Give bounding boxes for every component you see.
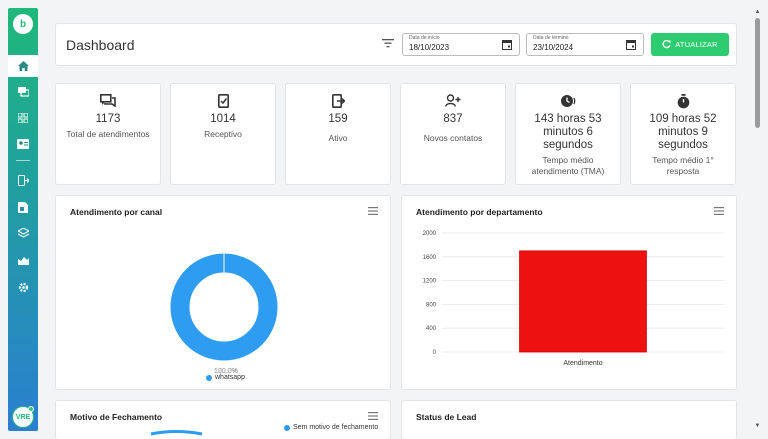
- calendar-icon[interactable]: [502, 39, 512, 50]
- chart-icon: [17, 257, 29, 265]
- stat-card-receptivo: 1014 Receptivo: [170, 83, 276, 185]
- scrollbar-thumb[interactable]: [755, 18, 760, 128]
- page-title: Dashboard: [66, 37, 135, 53]
- phone-exit-icon: [331, 94, 345, 108]
- sidebar-item-home[interactable]: [8, 55, 38, 77]
- scroll-up-arrow[interactable]: ▲: [754, 9, 761, 15]
- y-tick-label: 800: [426, 302, 437, 308]
- card-atendimento-departamento: Atendimento por departamento 2000 1600 120…: [401, 195, 737, 390]
- phone-check-icon: [217, 94, 229, 108]
- clock-icon: [561, 95, 576, 107]
- end-date-field[interactable]: Data de término 23/10/2024: [526, 33, 644, 56]
- sidebar-item-settings[interactable]: [8, 276, 38, 298]
- layers-icon: [17, 228, 29, 238]
- chat-icon: [17, 87, 29, 97]
- sidebar-item-phone[interactable]: [8, 169, 38, 191]
- refresh-icon: [662, 40, 671, 49]
- stat-card-tma: 143 horas 53 minutos 6 segundos Tempo mé…: [515, 83, 621, 185]
- chat-bubbles-icon: [100, 94, 116, 107]
- card-motivo-fechamento: Motivo de Fechamento Sem motivo de fecha…: [55, 400, 391, 439]
- sidebar-item-layers[interactable]: [8, 222, 38, 244]
- stat-card-total: 1173 Total de atendimentos: [55, 83, 161, 185]
- y-tick-label: 0: [433, 350, 437, 356]
- card-atendimento-canal: Atendimento por canal 100.0% whatsapp: [55, 195, 391, 390]
- scroll-down-arrow[interactable]: ▼: [754, 423, 761, 429]
- gear-icon: [18, 282, 28, 292]
- sidebar-item-grid[interactable]: [8, 107, 38, 129]
- card-status-lead: Status de Lead: [401, 400, 737, 439]
- x-tick-label: Atendimento: [563, 360, 602, 367]
- contact-card-icon: [17, 139, 29, 149]
- grid-icon: [18, 113, 28, 123]
- document-icon: [18, 201, 28, 213]
- bar-chart: 2000 1600 1200 800 400 0 Atendimento: [423, 231, 724, 367]
- donut-slice-whatsapp[interactable]: [170, 253, 278, 361]
- phone-exit-icon: [17, 174, 29, 186]
- legend-swatch: [206, 374, 212, 381]
- y-tick-label: 1200: [423, 279, 437, 285]
- donut-chart: 100.0%: [170, 253, 278, 375]
- add-user-icon: [445, 94, 461, 107]
- bar-atendimento[interactable]: [519, 250, 647, 353]
- online-status-dot: [28, 406, 34, 412]
- update-button[interactable]: ATUALIZAR: [651, 33, 729, 56]
- stat-card-ativo: 159 Ativo: [285, 83, 391, 185]
- donut-chart-partial: [150, 430, 203, 436]
- sidebar-item-chats[interactable]: [8, 81, 38, 103]
- app-logo[interactable]: b: [13, 14, 33, 34]
- sidebar: b VRE: [8, 8, 38, 431]
- home-icon: [17, 61, 29, 71]
- stat-card-primeira-resposta: 109 horas 52 minutos 9 segundos Tempo mé…: [630, 83, 736, 185]
- stopwatch-icon: [677, 94, 689, 109]
- sidebar-item-reports[interactable]: [8, 249, 38, 271]
- legend-item-whatsapp[interactable]: whatsapp: [206, 374, 245, 381]
- calendar-icon[interactable]: [626, 39, 636, 50]
- y-tick-label: 2000: [423, 231, 437, 237]
- sidebar-item-documents[interactable]: [8, 196, 38, 218]
- y-tick-label: 400: [426, 326, 437, 332]
- start-date-field[interactable]: Data de início 18/10/2023: [402, 33, 520, 56]
- dashboard-header: Dashboard Data de início 18/10/2023 Data…: [55, 23, 737, 66]
- sidebar-item-contacts[interactable]: [8, 133, 38, 155]
- stat-card-novos-contatos: 837 Novos contatos: [400, 83, 506, 185]
- y-tick-label: 1600: [423, 255, 437, 261]
- filter-icon[interactable]: [382, 38, 394, 48]
